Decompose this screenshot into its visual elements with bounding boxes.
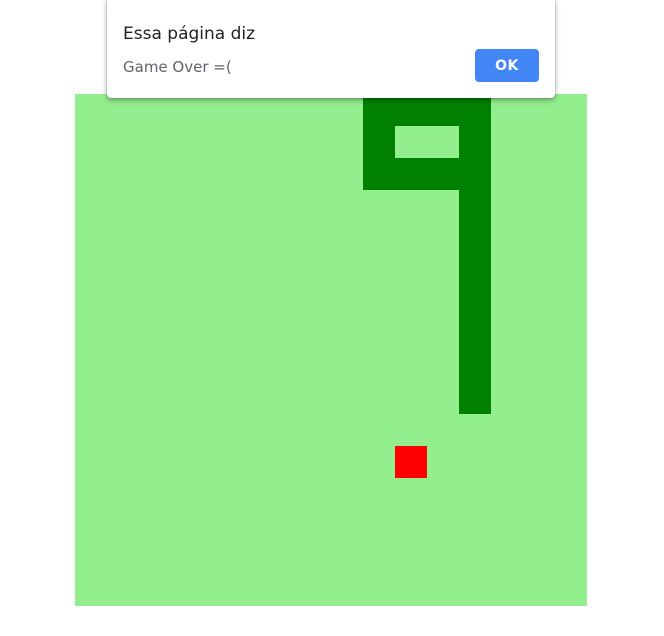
snake-segment (459, 158, 491, 190)
snake-segment (363, 158, 395, 190)
alert-dialog: Essa página diz Game Over =( OK (107, 0, 555, 98)
snake-segment (459, 254, 491, 286)
snake-segment (459, 126, 491, 158)
snake-segment (459, 94, 491, 126)
snake-segment (459, 286, 491, 318)
alert-message: Game Over =( (123, 58, 232, 76)
snake-segment (395, 94, 427, 126)
game-board (75, 94, 587, 606)
snake-segment (427, 94, 459, 126)
food-item (395, 446, 427, 478)
snake-segment (363, 94, 395, 126)
snake-segment (395, 158, 427, 190)
snake-segment (459, 382, 491, 414)
ok-button[interactable]: OK (475, 49, 539, 82)
snake-segment (459, 222, 491, 254)
game-page: Essa página diz Game Over =( OK (0, 0, 664, 636)
snake-segment (459, 318, 491, 350)
snake-segment (427, 158, 459, 190)
snake-segment (363, 126, 395, 158)
snake-segment (459, 350, 491, 382)
alert-title: Essa página diz (123, 24, 256, 44)
snake-segment (459, 190, 491, 222)
